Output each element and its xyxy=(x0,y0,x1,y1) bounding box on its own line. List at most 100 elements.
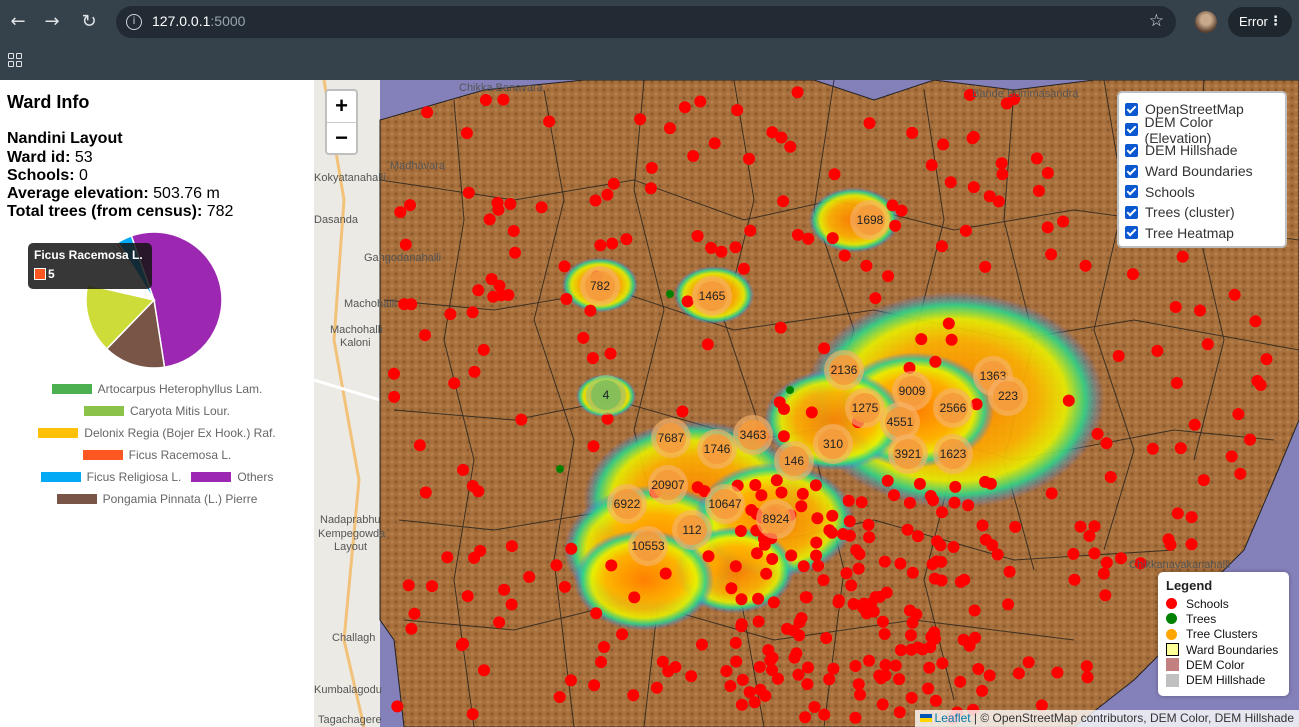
school-marker[interactable] xyxy=(685,670,698,683)
school-marker[interactable] xyxy=(735,620,748,633)
school-marker[interactable] xyxy=(843,515,856,528)
school-marker[interactable] xyxy=(842,494,855,507)
school-marker[interactable] xyxy=(1045,487,1058,500)
school-marker[interactable] xyxy=(944,176,957,189)
school-marker[interactable] xyxy=(837,528,849,540)
school-marker[interactable] xyxy=(448,377,461,390)
school-marker[interactable] xyxy=(444,308,457,321)
school-marker[interactable] xyxy=(1057,215,1070,228)
school-marker[interactable] xyxy=(827,662,840,675)
tree-cluster-marker[interactable]: 1623 xyxy=(933,434,973,474)
school-marker[interactable] xyxy=(594,239,607,252)
school-marker[interactable] xyxy=(1041,221,1054,234)
school-marker[interactable] xyxy=(1176,250,1189,263)
school-marker[interactable] xyxy=(791,228,804,241)
layer-toggle-schools[interactable]: Schools xyxy=(1125,181,1279,202)
school-marker[interactable] xyxy=(391,700,404,713)
school-marker[interactable] xyxy=(413,439,426,452)
school-marker[interactable] xyxy=(560,293,573,305)
tree-cluster-marker[interactable]: 1465 xyxy=(692,276,732,316)
school-marker[interactable] xyxy=(1062,394,1075,407)
school-marker[interactable] xyxy=(880,586,893,599)
forward-icon[interactable]: → xyxy=(38,8,66,36)
school-marker[interactable] xyxy=(478,664,490,677)
checkbox-checked[interactable] xyxy=(1125,185,1138,199)
school-marker[interactable] xyxy=(1197,474,1210,487)
school-marker[interactable] xyxy=(1068,573,1081,586)
school-marker[interactable] xyxy=(729,560,742,573)
school-marker[interactable] xyxy=(808,701,821,713)
tree-cluster-marker[interactable]: 6922 xyxy=(607,484,647,524)
school-marker[interactable] xyxy=(477,343,490,356)
school-marker[interactable] xyxy=(535,201,548,214)
school-marker[interactable] xyxy=(771,672,784,685)
school-marker[interactable] xyxy=(936,506,948,519)
school-marker[interactable] xyxy=(995,157,1008,170)
school-marker[interactable] xyxy=(858,597,870,610)
school-marker[interactable] xyxy=(922,682,935,695)
school-marker[interactable] xyxy=(584,304,597,317)
school-marker[interactable] xyxy=(1146,442,1159,455)
school-marker[interactable] xyxy=(850,544,863,557)
school-marker[interactable] xyxy=(1169,301,1182,313)
school-marker[interactable] xyxy=(906,126,919,139)
school-marker[interactable] xyxy=(809,479,822,492)
school-marker[interactable] xyxy=(565,542,578,555)
school-marker[interactable] xyxy=(881,474,894,487)
school-marker[interactable] xyxy=(802,232,815,245)
school-marker[interactable] xyxy=(906,566,919,579)
school-marker[interactable] xyxy=(791,86,804,99)
school-marker[interactable] xyxy=(462,186,475,199)
school-marker[interactable] xyxy=(749,479,762,491)
school-marker[interactable] xyxy=(1032,184,1045,197)
school-marker[interactable] xyxy=(1171,507,1184,520)
school-marker[interactable] xyxy=(587,440,600,453)
school-marker[interactable] xyxy=(764,654,777,667)
school-marker[interactable] xyxy=(1074,520,1087,533)
school-marker[interactable] xyxy=(1030,152,1043,165)
school-marker[interactable] xyxy=(628,591,641,604)
address-bar[interactable]: i 127.0.0.1:5000 ☆ xyxy=(116,6,1176,38)
school-marker[interactable] xyxy=(936,657,949,670)
school-marker[interactable] xyxy=(785,549,798,562)
school-marker[interactable] xyxy=(735,698,748,711)
school-marker[interactable] xyxy=(1170,377,1183,389)
school-marker[interactable] xyxy=(1115,552,1127,565)
school-marker[interactable] xyxy=(1045,248,1058,261)
school-marker[interactable] xyxy=(823,524,836,537)
school-marker[interactable] xyxy=(598,641,610,653)
tree-cluster-marker[interactable]: 2136 xyxy=(824,350,864,390)
school-marker[interactable] xyxy=(923,661,936,674)
school-marker[interactable] xyxy=(394,206,407,219)
school-marker[interactable] xyxy=(863,531,876,544)
school-marker[interactable] xyxy=(492,203,505,216)
checkbox-checked[interactable] xyxy=(1125,102,1138,116)
school-marker[interactable] xyxy=(903,496,916,509)
school-marker[interactable] xyxy=(797,560,810,573)
tree-cluster-marker[interactable]: 146 xyxy=(774,441,814,481)
school-marker[interactable] xyxy=(1225,450,1238,463)
school-marker[interactable] xyxy=(659,567,672,580)
tree-cluster-marker[interactable]: 310 xyxy=(813,424,853,464)
school-marker[interactable] xyxy=(799,711,812,724)
school-marker[interactable] xyxy=(947,541,960,553)
school-marker[interactable] xyxy=(930,555,943,568)
school-marker[interactable] xyxy=(767,596,780,609)
school-marker[interactable] xyxy=(590,607,603,620)
school-marker[interactable] xyxy=(862,518,875,531)
school-marker[interactable] xyxy=(1088,547,1101,560)
tree-marker[interactable] xyxy=(556,465,564,473)
legend-item[interactable]: Ficus Religiosa L. xyxy=(40,470,181,484)
school-marker[interactable] xyxy=(929,632,941,645)
legend-item[interactable]: Artocarpus Heterophyllus Lam. xyxy=(51,382,262,396)
school-marker[interactable] xyxy=(1249,315,1262,328)
school-marker[interactable] xyxy=(479,94,492,106)
school-marker[interactable] xyxy=(959,224,972,237)
school-marker[interactable] xyxy=(954,675,967,688)
school-marker[interactable] xyxy=(820,632,833,644)
school-marker[interactable] xyxy=(869,292,882,305)
school-marker[interactable] xyxy=(419,486,432,499)
school-marker[interactable] xyxy=(784,140,797,153)
menu-kebab-icon[interactable]: ⋮ xyxy=(1269,7,1282,37)
school-marker[interactable] xyxy=(1091,427,1104,440)
